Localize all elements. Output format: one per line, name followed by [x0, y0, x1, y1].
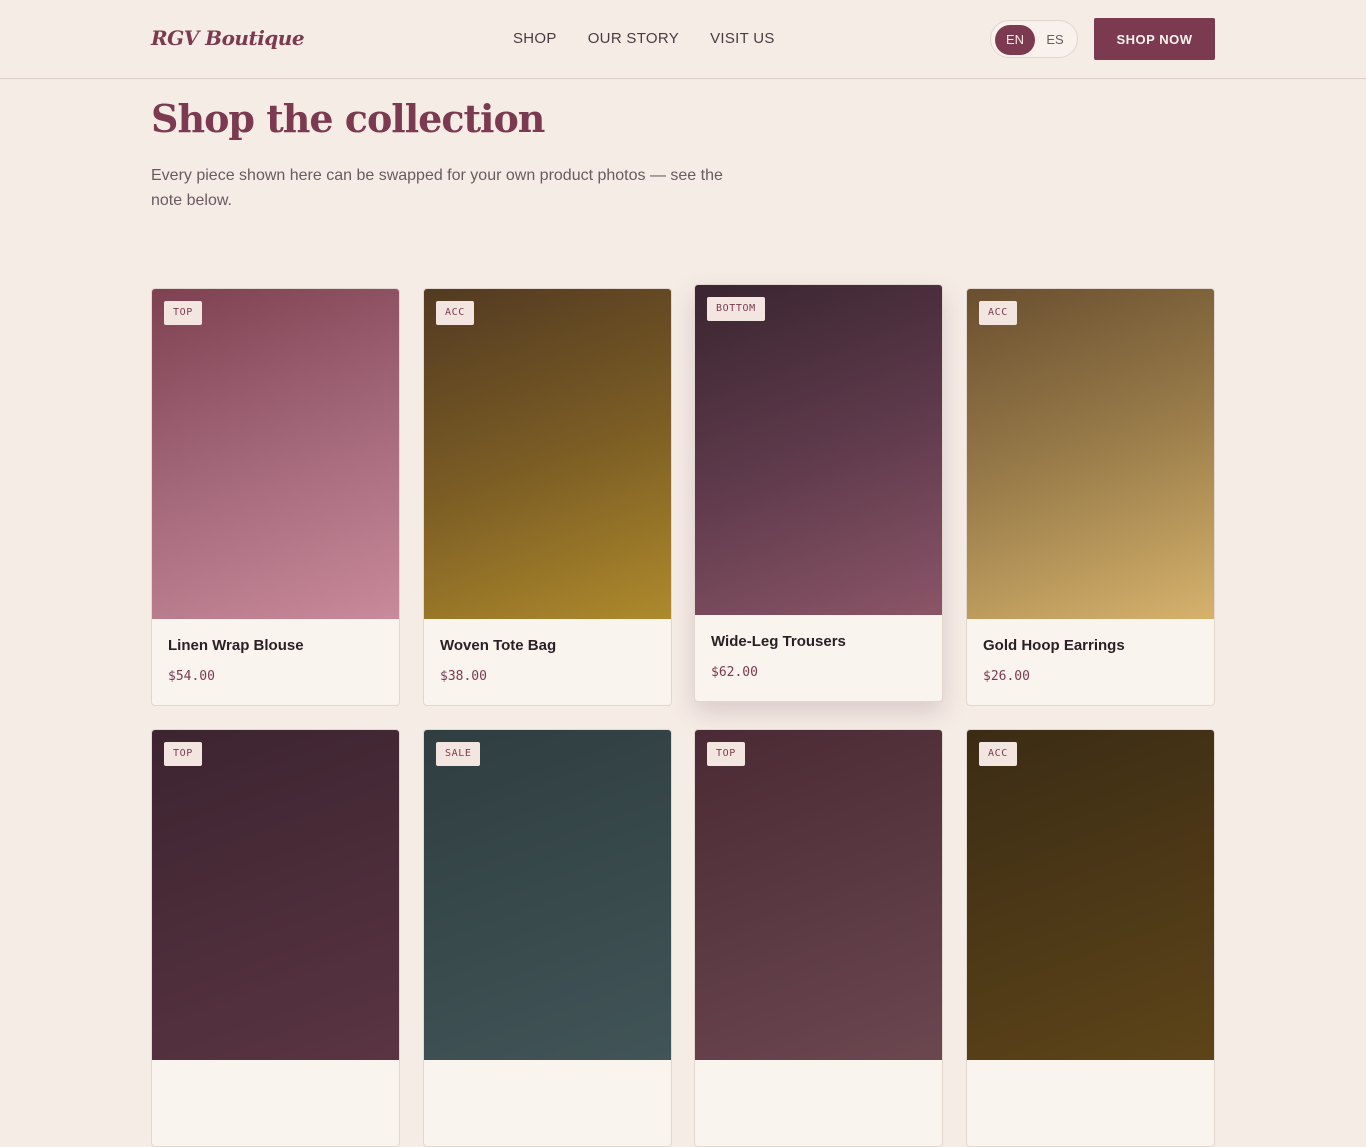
- lang-en-option[interactable]: EN: [995, 25, 1035, 55]
- product-card-woven-tote-bag[interactable]: ACC Woven Tote Bag $38.00: [423, 288, 672, 706]
- product-price: $26.00: [983, 669, 1030, 684]
- product-card[interactable]: SALE: [423, 729, 672, 1147]
- category-tag: ACC: [436, 301, 474, 325]
- page-title: Shop the collection: [151, 96, 545, 141]
- product-name: Gold Hoop Earrings: [983, 637, 1125, 654]
- nav-our-story[interactable]: OUR STORY: [588, 30, 679, 47]
- product-price: $54.00: [168, 669, 215, 684]
- product-name: Woven Tote Bag: [440, 637, 557, 654]
- product-name: Wide-Leg Trousers: [711, 633, 846, 650]
- product-image: [424, 730, 671, 1060]
- page-subtitle: Every piece shown here can be swapped fo…: [151, 167, 723, 209]
- product-name: Linen Wrap Blouse: [168, 637, 304, 654]
- product-image: [967, 289, 1214, 619]
- nav-shop[interactable]: SHOP: [513, 30, 557, 47]
- lang-es-option[interactable]: ES: [1035, 25, 1075, 55]
- brand-logo[interactable]: RGV Boutique: [151, 26, 305, 50]
- category-tag: BOTTOM: [707, 297, 765, 321]
- product-image: [152, 730, 399, 1060]
- product-price: $62.00: [711, 665, 758, 680]
- product-image: [695, 730, 942, 1060]
- category-tag: ACC: [979, 301, 1017, 325]
- product-card[interactable]: TOP: [694, 729, 943, 1147]
- product-price: $38.00: [440, 669, 487, 684]
- site-header: RGV Boutique SHOP OUR STORY VISIT US EN …: [0, 0, 1366, 79]
- product-card-gold-hoop-earrings[interactable]: ACC Gold Hoop Earrings $26.00: [966, 288, 1215, 706]
- product-card-wide-leg-trousers[interactable]: BOTTOM Wide-Leg Trousers $62.00: [694, 284, 943, 702]
- shop-now-button[interactable]: SHOP NOW: [1094, 18, 1215, 60]
- main-nav: SHOP OUR STORY VISIT US: [513, 30, 806, 47]
- product-image: [967, 730, 1214, 1060]
- product-image: [424, 289, 671, 619]
- product-card[interactable]: TOP: [151, 729, 400, 1147]
- category-tag: TOP: [707, 742, 745, 766]
- category-tag: TOP: [164, 301, 202, 325]
- category-tag: TOP: [164, 742, 202, 766]
- category-tag: ACC: [979, 742, 1017, 766]
- nav-visit-us[interactable]: VISIT US: [710, 30, 775, 47]
- product-image: [695, 285, 942, 615]
- language-toggle: EN ES: [990, 20, 1078, 58]
- product-card[interactable]: ACC: [966, 729, 1215, 1147]
- product-image: [152, 289, 399, 619]
- category-tag: SALE: [436, 742, 481, 766]
- product-card-linen-wrap-blouse[interactable]: TOP Linen Wrap Blouse $54.00: [151, 288, 400, 706]
